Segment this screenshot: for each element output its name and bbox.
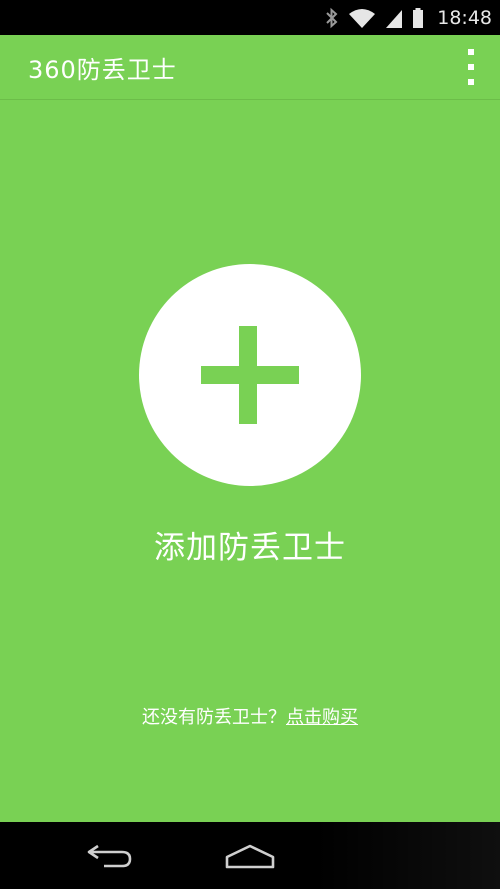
app-bar: 360防丢卫士 (0, 35, 500, 100)
back-icon (87, 844, 132, 867)
back-button[interactable] (60, 822, 160, 889)
wifi-icon (349, 8, 376, 28)
clock: 18:48 (437, 6, 492, 29)
add-device-button[interactable] (139, 264, 361, 486)
home-button[interactable] (200, 822, 300, 889)
plus-icon-horizontal (201, 366, 299, 384)
menu-dot (468, 49, 474, 55)
menu-dot (468, 64, 474, 70)
status-icons: 18:48 (325, 0, 492, 35)
purchase-prompt: 还没有防丢卫士？点击购买 (0, 703, 500, 729)
app-title: 360防丢卫士 (28, 56, 177, 84)
home-icon (225, 844, 275, 868)
menu-dot (468, 79, 474, 85)
purchase-prompt-text: 还没有防丢卫士？ (142, 707, 286, 728)
more-vert-icon[interactable] (464, 49, 478, 85)
battery-icon (413, 7, 424, 28)
add-device-label[interactable]: 添加防丢卫士 (0, 522, 500, 567)
bluetooth-icon (326, 7, 338, 28)
signal-icon (386, 9, 403, 28)
buy-link[interactable]: 点击购买 (286, 707, 358, 728)
recent-apps-button[interactable] (315, 822, 500, 889)
navigation-bar (0, 822, 500, 889)
status-bar: 18:48 (0, 0, 500, 35)
